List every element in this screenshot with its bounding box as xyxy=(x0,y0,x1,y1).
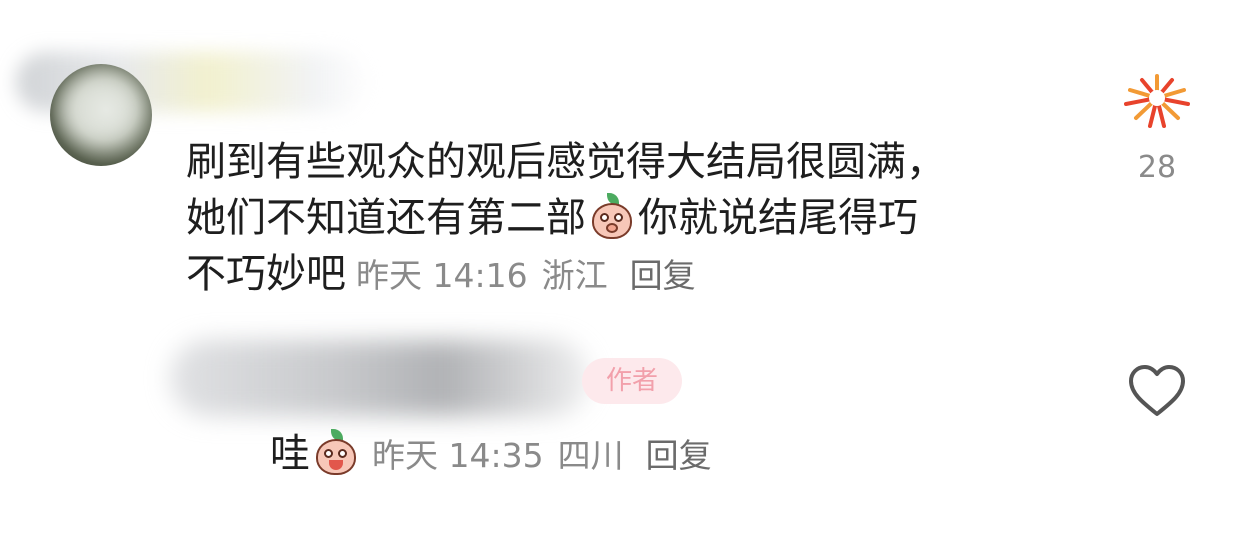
heart-outline-icon[interactable] xyxy=(1128,364,1186,418)
comment-line-1: 刷到有些观众的观后感觉得大结局很圆满， xyxy=(186,139,946,185)
comment-text-segment: 不巧妙吧 xyxy=(186,251,346,297)
reply-button[interactable]: 回复 xyxy=(646,436,712,475)
comment-meta: 昨天 14:16 浙江 回复 xyxy=(356,256,710,295)
reply-body[interactable]: 哇 昨天 14:35 四川 回复 xyxy=(270,426,726,484)
comment-text-segment: 你就说结尾得巧 xyxy=(638,195,918,241)
reply-time: 昨天 14:35 xyxy=(372,436,544,475)
peach-covering-mouth-emoji-icon xyxy=(590,193,634,241)
comment-time: 昨天 14:16 xyxy=(356,256,528,295)
firework-icon[interactable] xyxy=(1116,68,1198,132)
reply-username-redacted[interactable] xyxy=(170,340,590,416)
comment-line-3: 不巧妙吧 昨天 14:16 浙江 回复 xyxy=(186,246,1066,304)
author-badge: 作者 xyxy=(582,358,682,404)
comment-text-segment: 她们不知道还有第二部 xyxy=(186,195,586,241)
peach-surprised-emoji-icon xyxy=(314,429,358,477)
reply-button[interactable]: 回复 xyxy=(630,256,696,295)
comment-location: 浙江 xyxy=(541,256,608,295)
avatar[interactable] xyxy=(50,64,152,166)
reply-meta: 昨天 14:35 四川 回复 xyxy=(372,436,726,475)
like-count: 28 xyxy=(1137,150,1177,185)
reply-text-segment: 哇 xyxy=(270,431,310,477)
comment-line-2: 她们不知道还有第二部 你就说结尾得巧 xyxy=(186,190,1066,246)
comment-body[interactable]: 刷到有些观众的观后感觉得大结局很圆满， 她们不知道还有第二部 你就说结尾得巧 不巧… xyxy=(186,134,1066,304)
reply-location: 四川 xyxy=(557,436,624,475)
